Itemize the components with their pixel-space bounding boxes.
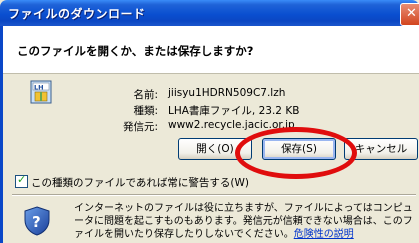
- always-warn-label: この種類のファイルであれば常に警告する(W): [31, 177, 249, 189]
- dialog-header: このファイルを開くか、または保存しますか?: [3, 26, 419, 74]
- file-download-dialog: ファイルのダウンロード ✕ このファイルを開くか、または保存しますか? LH 名…: [0, 0, 419, 243]
- svg-text:?: ?: [32, 213, 41, 231]
- file-name-label: 名前:: [133, 89, 158, 101]
- file-name-value: jiisyu1HDRN509C7.lzh: [168, 87, 286, 99]
- annotation-circle: [235, 127, 357, 179]
- window-title: ファイルのダウンロード: [8, 7, 146, 21]
- divider: [12, 194, 416, 196]
- close-icon: ✕: [406, 6, 417, 21]
- warning-text: インターネットのファイルは役に立ちますが、ファイルによってはコンピュータに問題を…: [74, 203, 413, 240]
- file-type-value: LHA書庫ファイル, 23.2 KB: [168, 105, 300, 117]
- lha-archive-icon: LH: [30, 80, 52, 104]
- always-warn-row[interactable]: この種類のファイルであれば常に警告する(W): [15, 173, 249, 190]
- svg-text:LH: LH: [34, 84, 44, 92]
- risk-explanation-link[interactable]: 危険性の説明: [294, 229, 354, 240]
- always-warn-checkbox[interactable]: [15, 173, 28, 188]
- title-bar[interactable]: ファイルのダウンロード ✕: [0, 0, 419, 26]
- close-button[interactable]: ✕: [400, 3, 419, 26]
- shield-question-icon: ?: [24, 206, 50, 236]
- security-warning: インターネットのファイルは役に立ちますが、ファイルによってはコンピュータに問題を…: [74, 202, 416, 241]
- file-source-label: 発信元:: [122, 121, 158, 133]
- dialog-question: このファイルを開くか、または保存しますか?: [17, 44, 254, 58]
- file-type-label: 種類:: [133, 105, 158, 117]
